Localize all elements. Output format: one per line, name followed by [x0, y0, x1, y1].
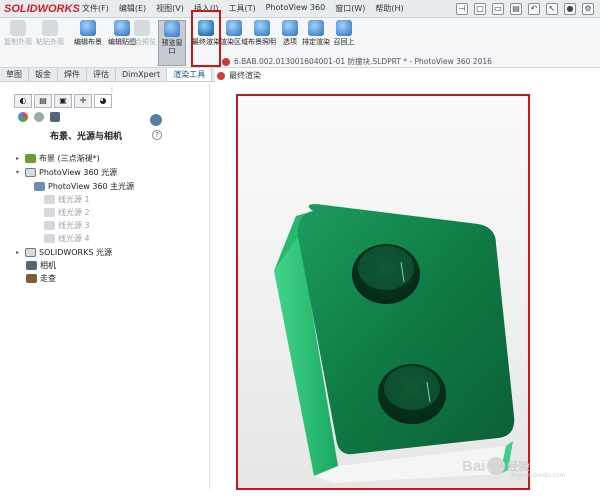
tree-item-solidworks-lights[interactable]: ▸ SOLIDWORKS 光源 [16, 247, 112, 258]
decal-icon[interactable] [34, 112, 44, 122]
expand-icon[interactable]: ▸ [16, 155, 22, 162]
undo-icon[interactable]: ↶ [528, 2, 540, 15]
tree-item-photoview-lights[interactable]: ▾ PhotoView 360 光源 [16, 167, 117, 178]
lights-folder-icon [25, 168, 36, 177]
select-icon[interactable]: ↖ [546, 2, 558, 15]
watermark-brand: Bai [462, 457, 486, 475]
menu-view[interactable]: 视图(V) [156, 3, 184, 14]
tab-evaluate[interactable]: 评估 [87, 68, 116, 81]
new-doc-icon[interactable]: ▢ [474, 2, 486, 15]
edit-scene-icon [80, 20, 96, 36]
copy-appearance-button[interactable]: 复制外观 [4, 20, 32, 46]
print-icon[interactable]: ▤ [510, 2, 522, 15]
schedule-render-icon [308, 20, 324, 36]
solidworks-logo: SOLIDWORKS [4, 2, 80, 15]
menu-file[interactable]: 文件(F) [82, 3, 109, 14]
tab-property-manager[interactable]: ▤ [34, 94, 52, 108]
panel-options-icon[interactable] [150, 114, 162, 126]
tab-dimxpert[interactable]: DimXpert [116, 68, 168, 81]
render-region-icon [226, 20, 242, 36]
baidu-watermark: Bai 经验 jingyan.baidu.com [462, 450, 592, 482]
rebuild-icon[interactable]: ● [564, 2, 576, 15]
collapse-icon[interactable]: ▾ [16, 169, 22, 176]
menu-photoview[interactable]: PhotoView 360 [266, 3, 326, 14]
rendered-part [274, 204, 515, 483]
panel-title: 布景、光源与相机 [50, 132, 123, 142]
line-light-icon [44, 208, 55, 217]
panel-tabs: ◐ ▤ ▣ ✛ ◕ [14, 94, 112, 108]
scene-lighting-icon [254, 20, 270, 36]
help-icon[interactable]: ? [152, 130, 162, 140]
tab-feature-manager[interactable]: ◐ [14, 94, 32, 108]
recall-last-button[interactable]: 召回上 [330, 20, 358, 46]
panel-view-tools [18, 112, 60, 122]
appearance-icon[interactable] [18, 112, 28, 122]
menu-window[interactable]: 窗口(W) [335, 3, 365, 14]
tab-dim-manager[interactable]: ✛ [74, 94, 92, 108]
options-render-icon [282, 20, 298, 36]
command-tabs: 草图 钣金 焊件 评估 DimXpert 渲染工具 [0, 68, 215, 82]
panel-grip-icon[interactable]: ⋮ [108, 84, 116, 93]
tab-weldments[interactable]: 焊件 [58, 68, 87, 81]
breadcrumb: 最终渲染 [217, 70, 261, 81]
watermark-url: jingyan.baidu.com [510, 472, 566, 479]
menu-list: 文件(F) 编辑(E) 视图(V) 插入(I) 工具(T) PhotoView … [82, 3, 404, 14]
lower-hole-inner [384, 366, 440, 410]
tree-item-scene[interactable]: ▸ 布景 (三点渐褪*) [16, 153, 100, 164]
tree-item-line-light-1[interactable]: 线光源 1 [44, 194, 90, 205]
menu-edit[interactable]: 编辑(E) [119, 3, 146, 14]
options-button[interactable]: 选项 [276, 20, 304, 46]
tree-item-main-light[interactable]: PhotoView 360 主光源 [34, 181, 134, 192]
upper-hole-inner [358, 246, 414, 290]
lights-folder-icon [25, 248, 36, 257]
menu-bar: SOLIDWORKS 文件(F) 编辑(E) 视图(V) 插入(I) 工具(T)… [0, 0, 600, 18]
document-title: 6.BAB.002.013001604001-01 防撞块.SLDPRT * -… [222, 56, 492, 67]
paw-icon [487, 457, 506, 475]
document-title-text: 6.BAB.002.013001604001-01 防撞块.SLDPRT * -… [234, 57, 492, 66]
part-icon [222, 57, 230, 66]
preview-window-icon [164, 21, 180, 37]
tab-sheet-metal[interactable]: 钣金 [29, 68, 58, 81]
tab-render-tools[interactable]: 渲染工具 [167, 68, 213, 81]
final-render-window[interactable] [236, 94, 530, 490]
tab-sketch[interactable]: 草图 [0, 68, 29, 81]
highlight-box-final-render [191, 10, 221, 67]
render-icon [217, 71, 225, 80]
options-icon[interactable]: ⚙ [582, 2, 594, 15]
scene-lighting-button[interactable]: 布景照明 [248, 20, 276, 46]
paste-appearance-icon [42, 20, 58, 36]
paste-appearance-button[interactable]: 粘贴外观 [36, 20, 64, 46]
quick-access-toolbar: ⊣ ▢ ▭ ▤ ↶ ↖ ● ⚙ [456, 2, 600, 15]
tab-config-manager[interactable]: ▣ [54, 94, 72, 108]
scene-icon[interactable] [50, 112, 60, 122]
integrated-preview-button[interactable]: 整合预览 [128, 20, 156, 46]
light-icon [34, 182, 45, 191]
preview-window-button[interactable]: 预览窗口 [158, 20, 186, 66]
walkthrough-icon [26, 274, 37, 283]
expand-icon[interactable]: ▸ [16, 249, 22, 256]
menu-tools[interactable]: 工具(T) [228, 3, 255, 14]
copy-appearance-icon [10, 20, 26, 36]
line-light-icon [44, 195, 55, 204]
tree-item-walkthrough[interactable]: 走查 [26, 273, 56, 284]
breadcrumb-label[interactable]: 最终渲染 [229, 70, 261, 81]
schedule-render-button[interactable]: 排定渲染 [302, 20, 330, 46]
tree-item-camera[interactable]: 相机 [26, 260, 56, 271]
tree-item-line-light-3[interactable]: 线光源 3 [44, 220, 90, 231]
tab-display-manager[interactable]: ◕ [94, 94, 112, 108]
tree-item-line-light-2[interactable]: 线光源 2 [44, 207, 90, 218]
pin-icon[interactable]: ⊣ [456, 2, 468, 15]
integrated-preview-icon [134, 20, 150, 36]
open-icon[interactable]: ▭ [492, 2, 504, 15]
render-region-button[interactable]: 渲染区域 [220, 20, 248, 46]
line-light-icon [44, 221, 55, 230]
menu-help[interactable]: 帮助(H) [375, 3, 403, 14]
scene-icon [25, 154, 36, 163]
edit-scene-button[interactable]: 编辑布景 [74, 20, 102, 46]
camera-icon [26, 261, 37, 270]
tree-item-line-light-4[interactable]: 线光源 4 [44, 233, 90, 244]
recall-last-icon [336, 20, 352, 36]
line-light-icon [44, 234, 55, 243]
scene-lights-panel: ⋮ ◐ ▤ ▣ ✛ ◕ 布景、光源与相机 ? ▸ 布景 (三点渐褪*) ▾ Ph… [10, 84, 210, 489]
